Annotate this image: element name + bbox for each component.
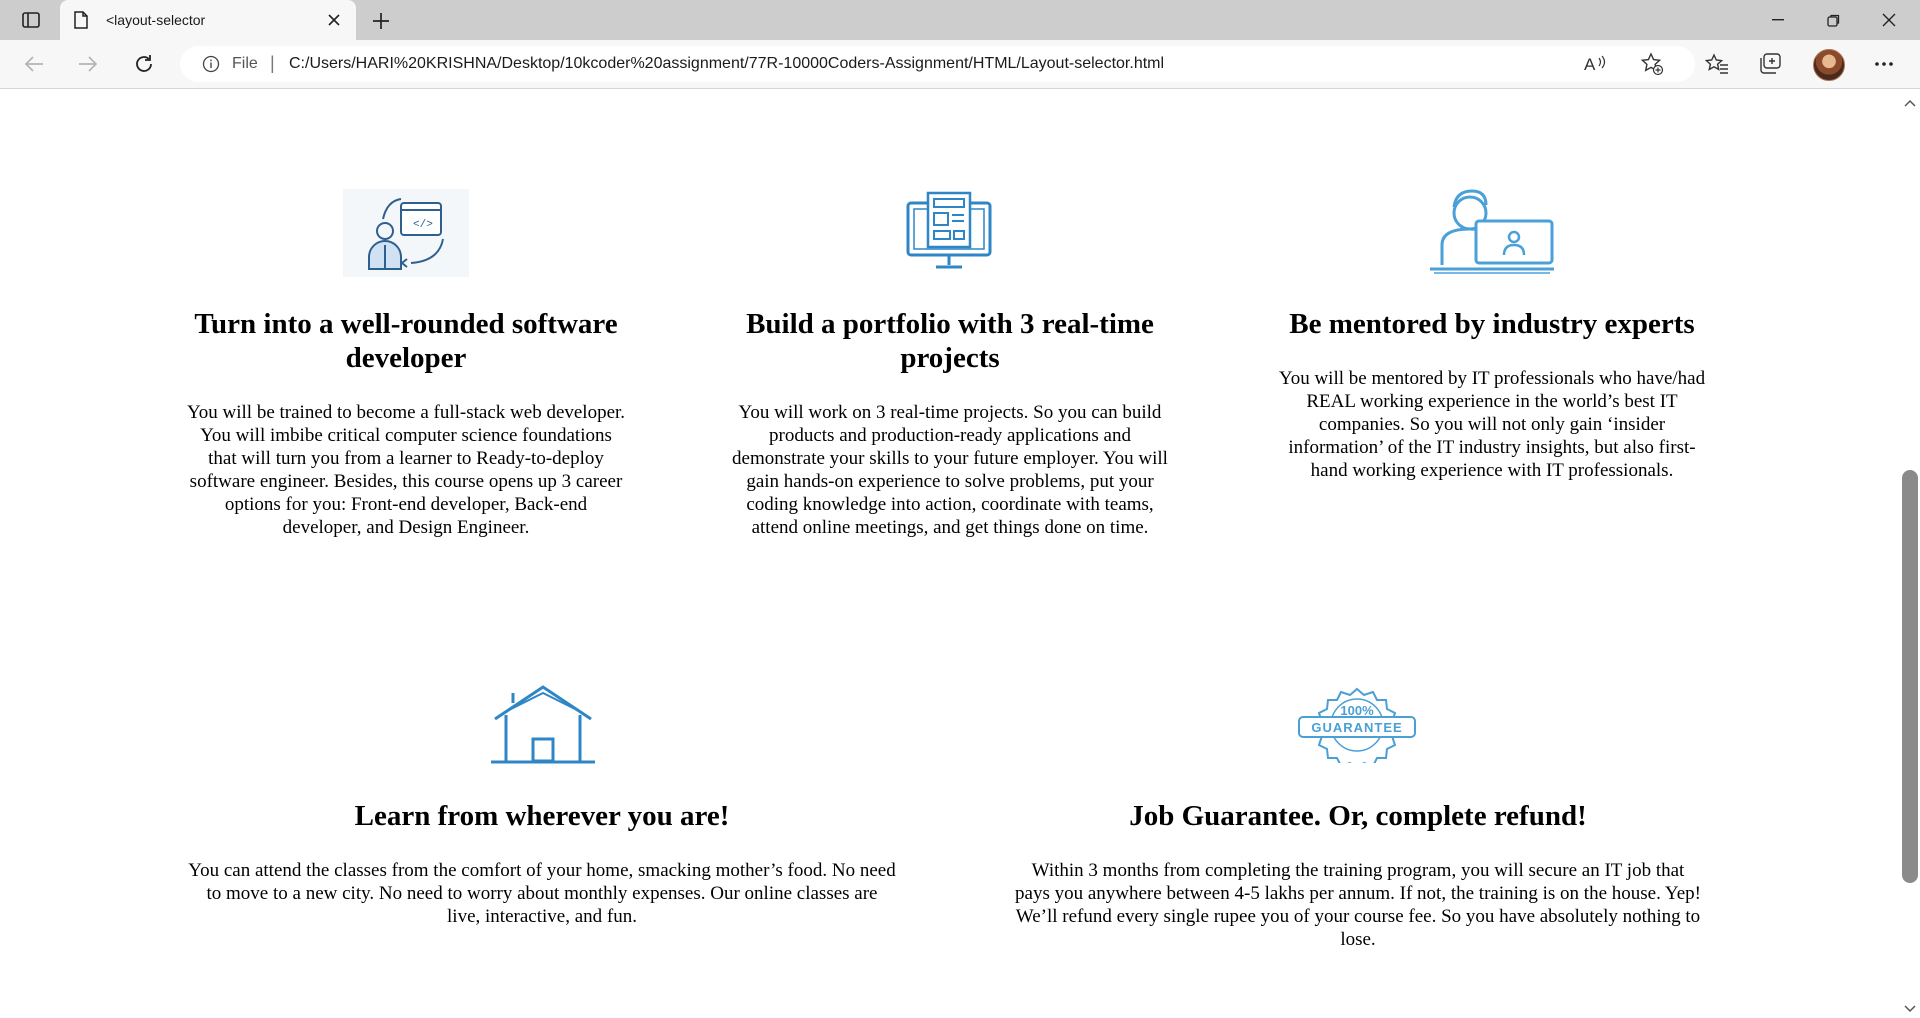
guarantee-badge-icon: 100% GUARANTEE	[1297, 687, 1417, 771]
address-bar[interactable]: File | C:/Users/HARI%20KRISHNA/Desktop/1…	[180, 46, 1695, 82]
badge-bottom-text: GUARANTEE	[1311, 720, 1402, 735]
house-icon	[491, 685, 595, 770]
forward-icon[interactable]	[72, 48, 104, 80]
scroll-down-arrow-icon[interactable]	[1904, 1000, 1916, 1018]
feature-card-portfolio: Build a portfolio with 3 real-time proje…	[724, 307, 1176, 539]
favorites-icon[interactable]	[1701, 48, 1733, 80]
info-icon[interactable]	[202, 55, 220, 78]
address-separator: |	[270, 53, 275, 73]
refresh-icon[interactable]	[128, 48, 160, 80]
feature-card-mentored: Be mentored by industry experts You will…	[1266, 307, 1718, 482]
feature-title: Job Guarantee. Or, complete refund!	[1129, 800, 1587, 832]
tab-title: <layout-selector	[106, 12, 206, 28]
more-icon[interactable]	[1868, 48, 1900, 80]
back-icon[interactable]	[18, 48, 50, 80]
feature-description: Within 3 months from completing the trai…	[1015, 860, 1701, 950]
feature-title: Turn into a well-rounded software develo…	[194, 308, 618, 374]
feature-title: Build a portfolio with 3 real-time proje…	[746, 308, 1154, 374]
collections-icon[interactable]	[1754, 48, 1786, 80]
mentor-computer-icon	[1428, 189, 1556, 280]
minimize-icon[interactable]	[1751, 0, 1805, 40]
feature-title: Be mentored by industry experts	[1289, 308, 1695, 340]
address-scheme: File	[232, 55, 258, 72]
read-aloud-icon[interactable]: A	[1583, 52, 1607, 81]
page-viewport: </> Turn into a well-rounded software de…	[0, 89, 1900, 1010]
monitor-portfolio-icon	[906, 189, 992, 276]
feature-description: You can attend the classes from the comf…	[188, 860, 896, 927]
feature-title: Learn from wherever you are!	[354, 800, 730, 832]
profile-avatar[interactable]	[1813, 49, 1845, 81]
scroll-up-arrow-icon[interactable]	[1904, 94, 1916, 112]
browser-toolbar: File | C:/Users/HARI%20KRISHNA/Desktop/1…	[0, 40, 1920, 89]
feature-description: You will be mentored by IT professionals…	[1278, 368, 1706, 481]
feature-card-job-guarantee: Job Guarantee. Or, complete refund! With…	[1002, 799, 1714, 951]
scrollbar-thumb[interactable]	[1902, 470, 1918, 883]
feature-card-learn-anywhere: Learn from wherever you are! You can att…	[180, 799, 904, 928]
feature-card-software-developer: Turn into a well-rounded software develo…	[180, 307, 632, 539]
developer-code-icon: </>	[343, 189, 469, 282]
svg-text:</>: </>	[413, 219, 433, 231]
svg-text:A: A	[1584, 55, 1596, 74]
tab-actions-icon[interactable]	[14, 8, 48, 32]
close-icon[interactable]	[322, 8, 346, 32]
add-favorite-icon[interactable]	[1640, 52, 1664, 81]
feature-description: You will be trained to become a full-sta…	[186, 402, 626, 538]
page-icon	[74, 11, 88, 34]
close-window-icon[interactable]	[1862, 0, 1916, 40]
address-url[interactable]: C:/Users/HARI%20KRISHNA/Desktop/10kcoder…	[289, 55, 1164, 73]
plus-icon[interactable]	[368, 8, 394, 34]
restore-icon[interactable]	[1806, 0, 1860, 40]
feature-description: You will work on 3 real-time projects. S…	[732, 402, 1168, 538]
tab-strip: <layout-selector	[0, 0, 1920, 40]
badge-top-text: 100%	[1340, 703, 1374, 718]
browser-tab[interactable]: <layout-selector	[60, 0, 356, 40]
